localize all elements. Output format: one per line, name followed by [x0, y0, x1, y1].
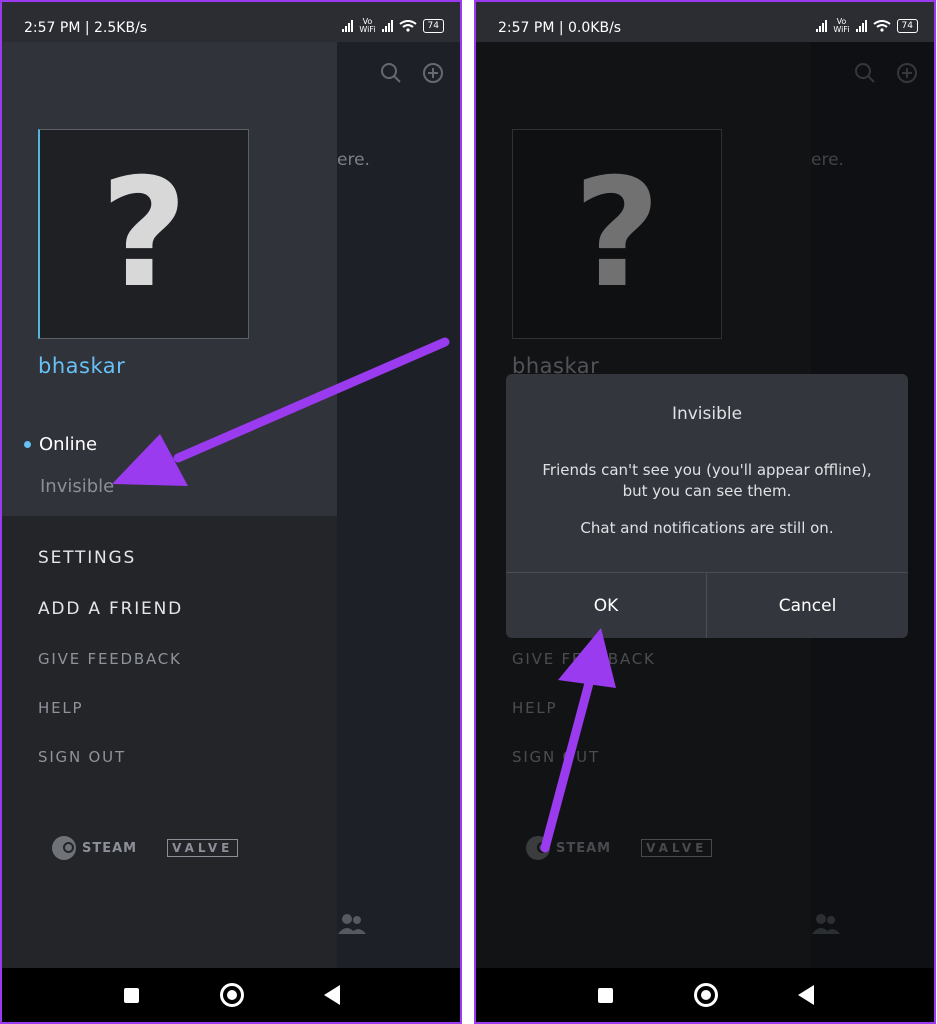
back-icon[interactable] [798, 985, 814, 1005]
menu-add-friend[interactable]: ADD A FRIEND [38, 599, 183, 619]
dialog-message-secondary: Chat and notifications are still on. [580, 519, 834, 537]
steam-logo: STEAM [52, 836, 137, 860]
status-time: 2:57 PM | 0.0KB/s [498, 20, 622, 36]
menu-help[interactable]: HELP [38, 699, 83, 717]
status-icons: Vo WiFi 74 [816, 18, 918, 34]
dialog-message-line2: but you can see them. [622, 482, 792, 500]
status-bar: 2:57 PM | 2.5KB/s Vo WiFi 74 [2, 2, 460, 42]
battery-icon: 74 [896, 19, 918, 33]
android-nav-bar [476, 968, 934, 1022]
placeholder-question-icon: ? [100, 147, 188, 321]
signal-icon [816, 20, 828, 32]
status-online-option[interactable]: Online [24, 434, 97, 455]
friends-icon[interactable] [336, 912, 368, 936]
vowifi-icon: Vo WiFi [833, 17, 850, 34]
ok-button[interactable]: OK [506, 573, 706, 638]
background-text: ere. [337, 150, 370, 170]
back-icon[interactable] [324, 985, 340, 1005]
dialog-title: Invisible [671, 404, 743, 424]
dialog-message-line1: Friends can't see you (you'll appear off… [542, 461, 872, 479]
avatar[interactable]: ? [38, 129, 249, 339]
add-chat-icon[interactable] [422, 62, 444, 84]
wifi-icon [872, 20, 891, 32]
menu-give-feedback[interactable]: GIVE FEEDBACK [38, 650, 182, 668]
brand-logos: STEAM VALVE [52, 836, 239, 860]
steam-app: ere. ? bhaskar Online Invisible SETTINGS… [2, 42, 460, 968]
status-icons: Vo WiFi 74 [342, 18, 444, 34]
menu-settings[interactable]: SETTINGS [38, 548, 136, 568]
status-online-label: Online [39, 434, 98, 455]
status-bar: 2:57 PM | 0.0KB/s Vo WiFi 74 [476, 2, 934, 42]
selected-dot-icon [24, 441, 31, 448]
search-icon[interactable] [380, 62, 402, 84]
recents-icon[interactable] [598, 988, 613, 1003]
steam-app: ere. ? bhaskar GIVE FEEDBACK HELP SIGN O… [476, 42, 934, 968]
right-phone-screenshot: 2:57 PM | 0.0KB/s Vo WiFi 74 ere. ? bhask… [474, 0, 936, 1024]
dialog-message: Friends can't see you (you'll appear off… [506, 460, 908, 502]
profile-section: ? bhaskar Online Invisible [2, 42, 337, 516]
status-time: 2:57 PM | 2.5KB/s [24, 20, 148, 36]
battery-icon: 74 [422, 19, 444, 33]
side-drawer: ? bhaskar Online Invisible SETTINGS ADD … [2, 42, 337, 968]
username: bhaskar [38, 354, 126, 378]
home-icon[interactable] [220, 983, 244, 1007]
status-invisible-option[interactable]: Invisible [40, 476, 114, 497]
steam-icon [52, 836, 76, 860]
signal-icon-2 [855, 20, 867, 32]
android-nav-bar [2, 968, 460, 1022]
steam-logo-text: STEAM [82, 840, 138, 856]
signal-icon-2 [381, 20, 393, 32]
menu-sign-out[interactable]: SIGN OUT [38, 748, 126, 766]
left-phone-screenshot: 2:57 PM | 2.5KB/s Vo WiFi 74 ere. ? bhask… [0, 0, 462, 1024]
valve-logo: VALVE [167, 839, 239, 857]
home-icon[interactable] [694, 983, 718, 1007]
cancel-button[interactable]: Cancel [707, 573, 908, 638]
signal-icon [342, 20, 354, 32]
vowifi-icon: Vo WiFi [359, 17, 376, 34]
invisible-confirm-dialog: Invisible Friends can't see you (you'll … [506, 374, 908, 638]
recents-icon[interactable] [124, 988, 139, 1003]
wifi-icon [398, 20, 417, 32]
